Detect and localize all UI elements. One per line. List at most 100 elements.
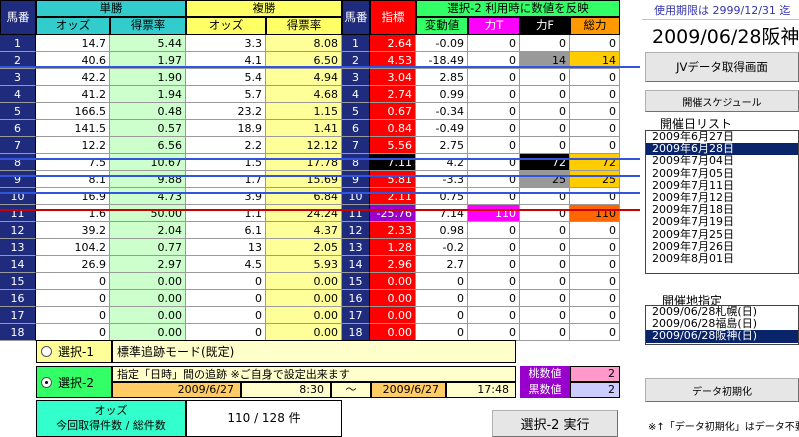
date-list-item[interactable]: 2009年7月25日 [646,228,798,241]
cell-so: 0 [570,256,620,273]
cell-n2: 7 [342,137,370,154]
cell-pf: 0 [520,35,570,52]
cell-tr: 0.00 [110,290,186,307]
sel1-radio[interactable] [41,346,52,357]
cell-fr: 0.00 [266,273,342,290]
cell-pt: 0 [468,69,520,86]
sel2-desc-box: 指定「日時」間の追跡 ※ご自身で設定出来ます [112,366,516,382]
cell-n: 1 [0,35,36,52]
cell-fo: 6.1 [186,222,266,239]
time-from-field[interactable]: 8:30 [241,382,331,398]
header-sogo: 総力 [570,17,620,35]
cell-pt: 0 [468,137,520,154]
cell-to: 104.2 [36,239,110,256]
cell-so: 0 [570,239,620,256]
cell-s: 2.33 [370,222,416,239]
separator-line [0,192,640,194]
sel2-box[interactable]: 選択-2 [36,366,112,398]
cell-pf: 0 [520,205,570,222]
date-to-field[interactable]: 2009/6/27 [371,382,446,398]
cell-so: 0 [570,222,620,239]
date-list-item[interactable]: 2009年8月01日 [646,252,798,265]
cell-tr: 0.00 [110,307,186,324]
cell-n: 4 [0,86,36,103]
sel2-radio[interactable] [41,376,52,388]
cell-fr: 6.84 [266,188,342,205]
cell-fo: 5.7 [186,86,266,103]
cell-pf: 0 [520,69,570,86]
cell-tr: 9.88 [110,171,186,188]
cell-s: 2.74 [370,86,416,103]
run-sel2-button[interactable]: 選択-2 実行 [492,410,618,437]
cell-n2: 10 [342,188,370,205]
header-umaban: 馬番 [0,0,36,35]
cell-n: 10 [0,188,36,205]
cell-so: 0 [570,35,620,52]
cell-to: 141.5 [36,120,110,137]
cell-h: 2.85 [416,69,468,86]
cell-pt: 0 [468,35,520,52]
cell-n: 9 [0,171,36,188]
cell-n2: 17 [342,307,370,324]
cell-pf: 0 [520,324,570,341]
cell-fo: 1.1 [186,205,266,222]
cell-to: 42.2 [36,69,110,86]
cell-n: 11 [0,205,36,222]
time-to-field[interactable]: 17:48 [446,382,516,398]
cell-h: 0.99 [416,86,468,103]
cell-fr: 2.05 [266,239,342,256]
cell-n2: 3 [342,69,370,86]
cell-h: 2.7 [416,256,468,273]
cell-pf: 0 [520,188,570,205]
cell-pt: 0 [468,290,520,307]
kuro-label: 黒数値 [520,382,570,398]
cell-fr: 5.93 [266,256,342,273]
run-sel2-button-label: 選択-2 実行 [520,418,590,433]
venue-list-item[interactable]: 2009/06/28阪神(日) [646,330,798,343]
cell-to: 16.9 [36,188,110,205]
venue-listbox[interactable]: 2009/06/28札幌(日) 2009/06/28福島(日) 2009/06/28… [645,305,799,345]
cell-to: 41.2 [36,86,110,103]
header-fukusho-odds: オッズ [186,17,266,35]
schedule-button[interactable]: 開催スケジュール [645,90,799,112]
cell-fr: 0.00 [266,307,342,324]
cell-so: 25 [570,171,620,188]
cell-fo: 1.7 [186,171,266,188]
separator-line [0,158,640,160]
date-from-text: 2009/6/27 [177,383,234,396]
kuro-value[interactable]: 2 [570,382,620,398]
cell-h: 0.98 [416,222,468,239]
header-tansho-rate: 得票率 [110,17,186,35]
cell-tr: 1.90 [110,69,186,86]
date-from-field[interactable]: 2009/6/27 [112,382,241,398]
cell-n: 18 [0,324,36,341]
cell-pt: 0 [468,222,520,239]
jv-data-button[interactable]: JVデータ取得画面 [645,52,799,82]
date-listbox[interactable]: 2009年6月27日 2009年6月28日 2009年7月04日 2009年7月05日… [645,130,799,274]
kuro-value-text: 2 [608,383,615,396]
cell-fo: 18.9 [186,120,266,137]
date-list-item[interactable]: 2009年7月19日 [646,216,798,228]
cell-pt: 0 [468,188,520,205]
cell-pt: 0 [468,120,520,137]
cell-pt: 0 [468,307,520,324]
sel1-box[interactable]: 選択-1 [36,340,112,363]
init-button[interactable]: データ初期化 [645,378,799,402]
date-list-item[interactable]: 2009年7月05日 [646,167,798,180]
cell-n2: 11 [342,205,370,222]
sel2-radio-dot [45,380,48,384]
date-list-item[interactable]: 2009年7月04日 [646,155,798,167]
cell-n: 8 [0,154,36,171]
cell-so: 0 [570,69,620,86]
header-tansho-odds: オッズ [36,17,110,35]
cell-tr: 0.77 [110,239,186,256]
cell-s: 0.00 [370,307,416,324]
cell-n: 3 [0,69,36,86]
cell-n2: 14 [342,256,370,273]
cell-to: 1.6 [36,205,110,222]
cell-fr: 17.78 [266,154,342,171]
cell-n2: 13 [342,239,370,256]
cell-h: 0 [416,273,468,290]
momo-value[interactable]: 2 [570,366,620,382]
cell-so: 0 [570,137,620,154]
